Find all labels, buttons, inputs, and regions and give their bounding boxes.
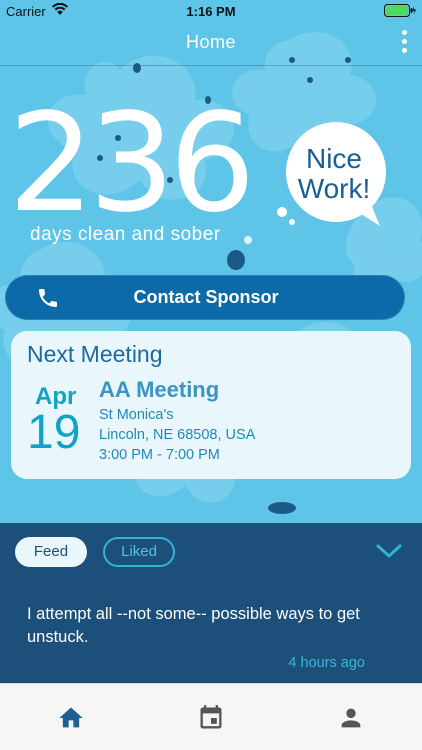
meeting-day: 19 bbox=[27, 406, 81, 459]
home-icon[interactable] bbox=[57, 704, 85, 732]
profile-icon[interactable] bbox=[337, 704, 365, 732]
next-meeting-heading: Next Meeting bbox=[27, 341, 163, 367]
more-vertical-icon[interactable] bbox=[400, 30, 408, 56]
tab-feed[interactable]: Feed bbox=[15, 537, 87, 567]
days-counter: 236 bbox=[8, 85, 256, 243]
contact-sponsor-label: Contact Sponsor bbox=[133, 287, 279, 307]
days-caption: days clean and sober bbox=[30, 224, 221, 245]
feed-panel: Feed Liked I attempt all --not some-- po… bbox=[0, 523, 422, 683]
tab-bar bbox=[0, 683, 422, 750]
clock: 1:16 PM bbox=[186, 4, 236, 19]
page-title: Home bbox=[185, 32, 236, 52]
next-meeting-card[interactable]: Next Meeting Apr 19 AA Meeting St Monica… bbox=[11, 331, 411, 479]
hero-section: Carrier 1:16 PM Home 236 days clean and … bbox=[0, 0, 422, 523]
status-bar: Carrier 1:16 PM bbox=[0, 0, 422, 22]
contact-sponsor-button[interactable]: Contact Sponsor bbox=[5, 275, 405, 320]
meeting-time: 3:00 PM - 7:00 PM bbox=[99, 447, 220, 463]
chevron-down-icon[interactable] bbox=[376, 543, 402, 564]
calendar-icon[interactable] bbox=[197, 704, 225, 732]
tab-liked[interactable]: Liked bbox=[103, 537, 175, 567]
navigation-bar: Home bbox=[0, 22, 422, 66]
meeting-location: St Monica's bbox=[99, 407, 174, 423]
encouragement-text: Nice Work! bbox=[297, 143, 371, 204]
feed-post-time: 4 hours ago bbox=[288, 655, 365, 671]
meeting-name: AA Meeting bbox=[99, 377, 220, 402]
battery-icon bbox=[384, 4, 416, 20]
feed-post-text: I attempt all --not some-- possible ways… bbox=[27, 605, 360, 646]
meeting-address: Lincoln, NE 68508, USA bbox=[99, 427, 256, 443]
